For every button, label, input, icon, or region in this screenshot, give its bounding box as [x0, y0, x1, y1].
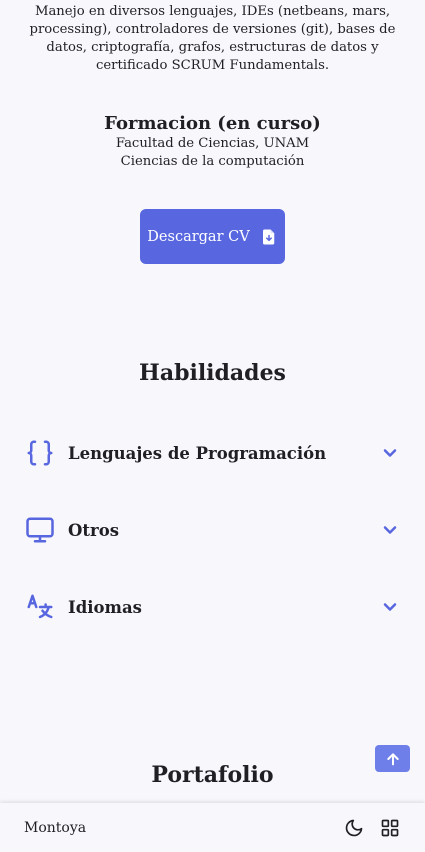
arrow-up-icon — [386, 752, 399, 765]
grid-icon[interactable] — [379, 817, 401, 839]
chevron-down-icon[interactable] — [380, 520, 400, 540]
translate-icon — [24, 591, 56, 623]
skills-title: Habilidades — [139, 360, 286, 386]
scroll-up-button[interactable] — [375, 745, 410, 772]
skill-item-others[interactable]: Otros — [24, 512, 400, 548]
skill-label-languages: Idiomas — [68, 597, 142, 617]
bottom-nav: Montoya — [0, 803, 425, 852]
download-cv-button[interactable]: Descargar CV — [140, 209, 285, 264]
chevron-down-icon[interactable] — [380, 443, 400, 463]
about-description: Manejo en diversos lenguajes, IDEs (netb… — [29, 4, 396, 73]
monitor-icon — [24, 514, 56, 546]
skill-item-languages[interactable]: Idiomas — [24, 589, 400, 625]
download-file-icon — [262, 229, 274, 244]
skill-item-programming[interactable]: Lenguajes de Programación — [24, 435, 400, 471]
skill-label-programming: Lenguajes de Programación — [68, 443, 327, 463]
download-cv-label: Descargar CV — [147, 228, 250, 245]
chevron-down-icon[interactable] — [380, 597, 400, 617]
education-block: Formacion (en curso) Facultad de Ciencia… — [0, 113, 425, 171]
brand-logo[interactable]: Montoya — [24, 820, 329, 836]
education-title: Formacion (en curso) — [104, 113, 321, 134]
moon-icon[interactable] — [343, 817, 365, 839]
skill-label-others: Otros — [68, 520, 119, 540]
education-school: Facultad de Ciencias, UNAM — [115, 136, 310, 151]
braces-icon — [24, 437, 56, 469]
education-degree: Ciencias de la computación — [120, 154, 305, 169]
portfolio-title: Portafolio — [151, 762, 274, 788]
